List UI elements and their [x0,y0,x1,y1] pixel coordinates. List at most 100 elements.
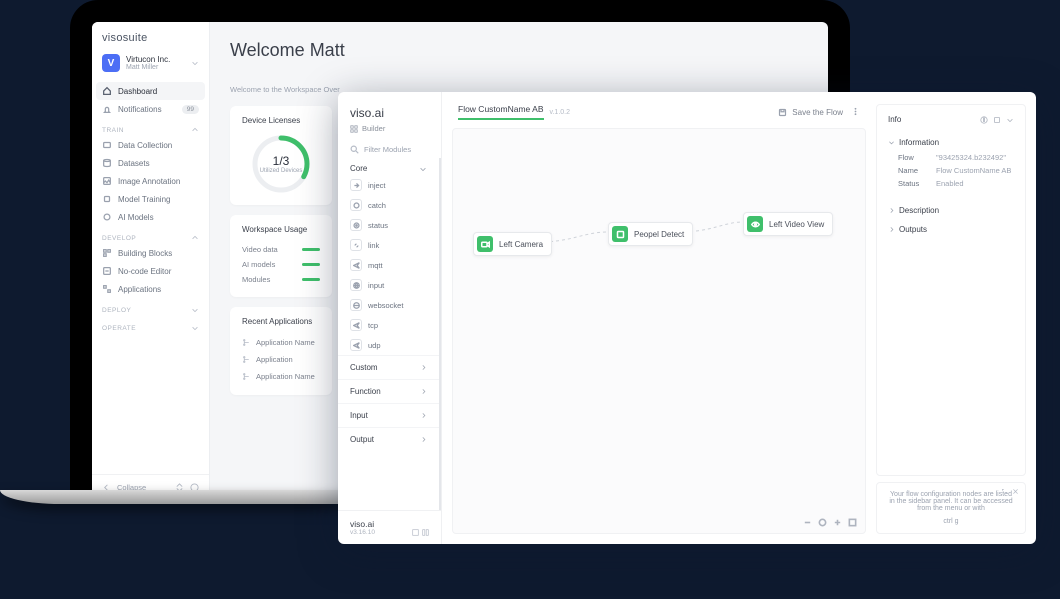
zoom-icon[interactable] [412,529,419,536]
sidebar-item-model-training[interactable]: Model Training [92,190,209,208]
chevron-right-icon [888,207,895,214]
section-deploy[interactable]: DEPLOY [92,298,209,316]
section-train[interactable]: TRAIN [92,118,209,136]
usage-bar [302,263,320,266]
org-badge: V [102,54,120,72]
app-icon [242,355,251,364]
footer-brand: viso.ai [350,519,429,529]
palette-node-inject[interactable]: inject [338,175,439,195]
zoom-out-icon[interactable] [803,518,812,527]
card-title: Recent Applications [242,317,320,326]
save-flow-button[interactable]: Save the Flow [778,108,843,117]
info-section-outputs[interactable]: Outputs [888,219,1014,238]
sidebar-item-dashboard[interactable]: Dashboard [96,82,205,100]
palette-node-tcp[interactable]: tcp [338,315,439,335]
info-section-description[interactable]: Description [888,200,1014,219]
recent-app[interactable]: Application Name [242,368,320,385]
palette-node-input[interactable]: input [338,275,439,295]
sidebar-item-image-annotation[interactable]: Image Annotation [92,172,209,190]
chevron-down-icon [191,306,199,314]
palette-node-websocket[interactable]: websocket [338,295,439,315]
page-title: Welcome Matt [230,40,808,61]
bell-icon [102,104,112,114]
palette-group-core[interactable]: Core [338,158,439,175]
section-operate[interactable]: OPERATE [92,316,209,334]
flow-canvas[interactable]: Left Camera Peopel Detect Left Video Vie… [452,128,866,534]
globe-icon [353,282,360,289]
filter-modules[interactable]: Filter Modules [338,137,441,158]
zoom-reset-icon[interactable] [818,518,827,527]
palette-node-catch[interactable]: catch [338,195,439,215]
hint-text: Your flow configuration nodes are listed… [887,491,1015,512]
palette-group-custom[interactable]: Custom [338,355,439,379]
canvas-wrap: Flow CustomName AB v.1.0.2 Save the Flow… [442,92,876,544]
inject-icon [353,182,360,189]
sidebar-item-applications[interactable]: Applications [92,280,209,298]
device-licenses-card: Device Licenses 1/3 Utilized Devices [230,106,332,205]
palette-group-output[interactable]: Output [338,427,439,451]
info-title: Info [888,115,901,124]
hint-panel: Your flow configuration nodes are listed… [876,482,1026,534]
sidebar-item-notifications[interactable]: Notifications 99 [92,100,209,118]
flow-tab[interactable]: Flow CustomName AB [458,104,544,120]
sidebar-item-no-code-editor[interactable]: No-code Editor [92,262,209,280]
chip-icon [102,194,112,204]
notification-badge: 99 [182,105,199,114]
info-flow-status: Enabled [936,179,1014,188]
layout-icon[interactable] [422,529,429,536]
chevron-down-icon [419,165,427,173]
app-icon [242,372,251,381]
palette-node-link[interactable]: link [338,235,439,255]
sidebar-item-label: Notifications [118,105,162,114]
palette-node-udp[interactable]: udp [338,335,439,355]
visosuite-sidebar: visosuite V Virtucon Inc. Matt Miller Da… [92,22,210,500]
node-left-video-view[interactable]: Left Video View [743,212,833,236]
node-people-detect[interactable]: Peopel Detect [608,222,693,246]
close-icon[interactable] [1012,488,1019,495]
viso-logo: viso.ai [350,106,429,120]
visosuite-logo: visosuite [92,22,209,50]
chevron-down-icon [191,324,199,332]
sidebar-item-building-blocks[interactable]: Building Blocks [92,244,209,262]
more-vertical-icon [851,107,860,116]
eye-icon [751,220,760,229]
recent-app[interactable]: Application Name [242,334,320,351]
image-icon [102,176,112,186]
palette-node-status[interactable]: status [338,215,439,235]
chevron-down-icon[interactable] [1006,116,1014,124]
section-develop[interactable]: DEVELOP [92,226,209,244]
chevron-down-icon [888,139,895,146]
chevron-right-icon [420,364,427,371]
home-icon [102,86,112,96]
palette-group-function[interactable]: Function [338,379,439,403]
info-icon[interactable] [980,116,988,124]
ai-icon [616,230,625,239]
info-section-information[interactable]: Information [888,132,1014,151]
sidebar-item-data-collection[interactable]: Data Collection [92,136,209,154]
sidebar-item-datasets[interactable]: Datasets [92,154,209,172]
recent-app[interactable]: Application [242,351,320,368]
book-icon[interactable] [993,116,1001,124]
usage-row: AI models [242,257,320,272]
link-icon [353,242,360,249]
expand-icon[interactable] [1001,488,1008,495]
grid-icon [350,125,358,133]
chevron-right-icon [420,412,427,419]
more-menu[interactable] [851,107,860,118]
node-left-camera[interactable]: Left Camera [473,232,552,256]
blocks-icon [102,248,112,258]
palette-node-mqtt[interactable]: mqtt [338,255,439,275]
zoom-controls [803,518,857,527]
zoom-in-icon[interactable] [833,518,842,527]
viso-flow-editor: viso.ai Builder Filter Modules Core inje… [338,92,1036,544]
database-icon [102,158,112,168]
flow-palette: viso.ai Builder Filter Modules Core inje… [338,92,442,544]
device-label: Utilized Devices [260,168,303,175]
fit-icon[interactable] [848,518,857,527]
usage-row: Video data [242,242,320,257]
sidebar-item-label: Dashboard [118,87,157,96]
sidebar-item-ai-models[interactable]: AI Models [92,208,209,226]
usage-bar [302,278,320,281]
palette-group-input[interactable]: Input [338,403,439,427]
org-switcher[interactable]: V Virtucon Inc. Matt Miller [92,50,209,82]
